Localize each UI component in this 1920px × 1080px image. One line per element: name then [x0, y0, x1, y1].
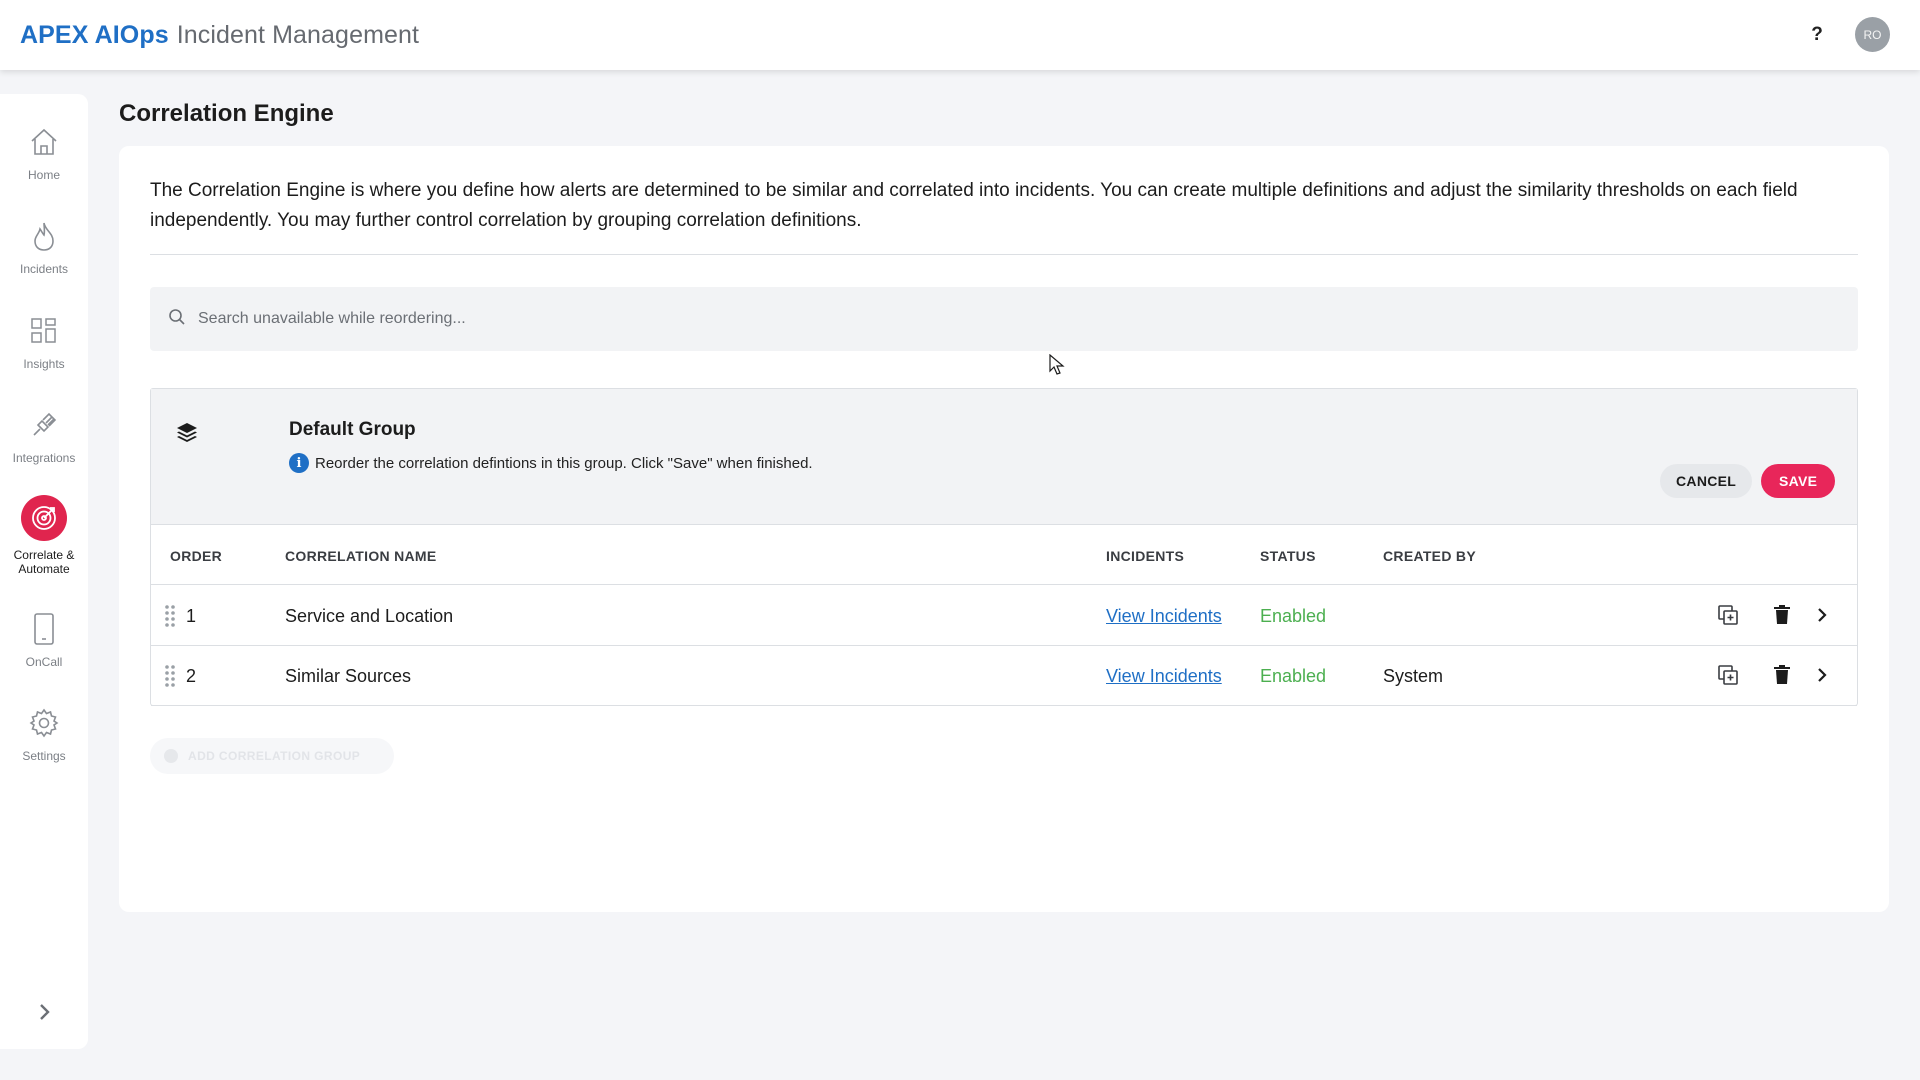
info-icon: i: [289, 453, 309, 473]
sidebar-item-label: Correlate &: [13, 548, 75, 562]
sidebar-item-label-line2: Automate: [18, 562, 70, 576]
target-icon: [0, 494, 88, 542]
chevron-right-icon: [32, 1004, 56, 1028]
page-title: Correlation Engine: [119, 100, 334, 127]
chevron-right-icon[interactable]: [1813, 664, 1831, 691]
flame-icon: [0, 216, 88, 256]
app-brand[interactable]: APEX AIOps Incident Management: [20, 21, 419, 50]
sidebar-item-label: Incidents: [19, 262, 69, 276]
column-header-incidents[interactable]: INCIDENTS: [1106, 548, 1184, 564]
expand-sidebar-button[interactable]: [32, 1000, 56, 1029]
divider: [150, 254, 1858, 255]
plug-icon: [0, 405, 88, 445]
row-created-by: System: [1383, 666, 1444, 686]
group-info-note: i Reorder the correlation defintions in …: [289, 453, 813, 473]
copy-icon[interactable]: [1717, 664, 1739, 691]
active-indicator: [21, 495, 67, 541]
brand-primary: APEX AIOps: [20, 20, 169, 49]
view-incidents-link[interactable]: View Incidents: [1106, 666, 1222, 687]
add-correlation-group-button[interactable]: ADD CORRELATION GROUP: [150, 738, 394, 774]
brand-secondary: Incident Management: [176, 20, 420, 49]
mouse-cursor-icon: [1049, 353, 1065, 381]
user-avatar[interactable]: RO: [1855, 17, 1890, 52]
column-header-correlation-name[interactable]: CORRELATION NAME: [285, 548, 437, 564]
save-button[interactable]: SAVE: [1761, 464, 1836, 498]
column-header-order[interactable]: ORDER: [170, 548, 222, 564]
grid-icon: [0, 311, 88, 351]
sidebar-item-correlate-automate[interactable]: Correlate & Automate: [0, 494, 88, 576]
sidebar-item-insights[interactable]: Insights: [0, 311, 88, 371]
sidebar-item-label: Settings: [22, 749, 66, 763]
delete-icon[interactable]: [1773, 604, 1791, 631]
copy-icon[interactable]: [1717, 604, 1739, 631]
drag-handle-icon[interactable]: [164, 664, 176, 693]
drag-handle-icon[interactable]: [164, 604, 176, 633]
layers-icon: [176, 421, 198, 448]
page-description: The Correlation Engine is where you defi…: [150, 180, 1798, 231]
top-bar: APEX AIOps Incident Management ? RO: [0, 0, 1920, 70]
sidebar-item-settings[interactable]: Settings: [0, 703, 88, 763]
delete-icon[interactable]: [1773, 664, 1791, 691]
column-header-created-by[interactable]: CREATED BY: [1383, 548, 1476, 564]
sidebar-item-incidents[interactable]: Incidents: [0, 216, 88, 276]
sidebar-item-label: Home: [27, 168, 60, 182]
sidebar-item-oncall[interactable]: OnCall: [0, 609, 88, 669]
main-card: The Correlation Engine is where you defi…: [119, 146, 1889, 912]
view-incidents-link[interactable]: View Incidents: [1106, 606, 1222, 627]
chevron-right-icon[interactable]: [1813, 604, 1831, 631]
add-group-label: ADD CORRELATION GROUP: [188, 749, 361, 763]
sidebar-item-label: Integrations: [12, 451, 76, 465]
table-header: ORDER CORRELATION NAME INCIDENTS STATUS …: [151, 525, 1857, 585]
search-icon: [168, 308, 186, 331]
group-note-text: Reorder the correlation defintions in th…: [315, 454, 813, 472]
sidebar-item-integrations[interactable]: Integrations: [0, 405, 88, 465]
home-icon: [0, 122, 88, 162]
column-header-status[interactable]: STATUS: [1260, 548, 1316, 564]
sidebar: Home Incidents Insights Integrations Cor…: [0, 94, 88, 1049]
table-row: 1 Service and Location View Incidents En…: [151, 586, 1857, 646]
row-correlation-name: Similar Sources: [285, 666, 412, 686]
group-header: Default Group i Reorder the correlation …: [151, 389, 1857, 525]
group-name: Default Group: [289, 419, 416, 440]
phone-icon: [0, 609, 88, 649]
row-order: 1: [186, 606, 197, 626]
search-input[interactable]: Search unavailable while reordering...: [150, 287, 1858, 351]
add-icon: [164, 749, 178, 763]
gear-icon: [0, 703, 88, 743]
row-order: 2: [186, 666, 197, 686]
table-row: 2 Similar Sources View Incidents Enabled…: [151, 646, 1857, 706]
correlation-group: Default Group i Reorder the correlation …: [150, 388, 1858, 706]
search-placeholder: Search unavailable while reordering...: [198, 310, 466, 327]
sidebar-item-label: OnCall: [25, 655, 63, 669]
row-correlation-name: Service and Location: [285, 606, 454, 626]
sidebar-item-label: Insights: [23, 357, 65, 371]
help-button[interactable]: ?: [1807, 24, 1827, 46]
cancel-button[interactable]: CANCEL: [1660, 464, 1753, 498]
row-status: Enabled: [1260, 606, 1327, 626]
sidebar-item-home[interactable]: Home: [0, 122, 88, 182]
row-status: Enabled: [1260, 666, 1327, 686]
